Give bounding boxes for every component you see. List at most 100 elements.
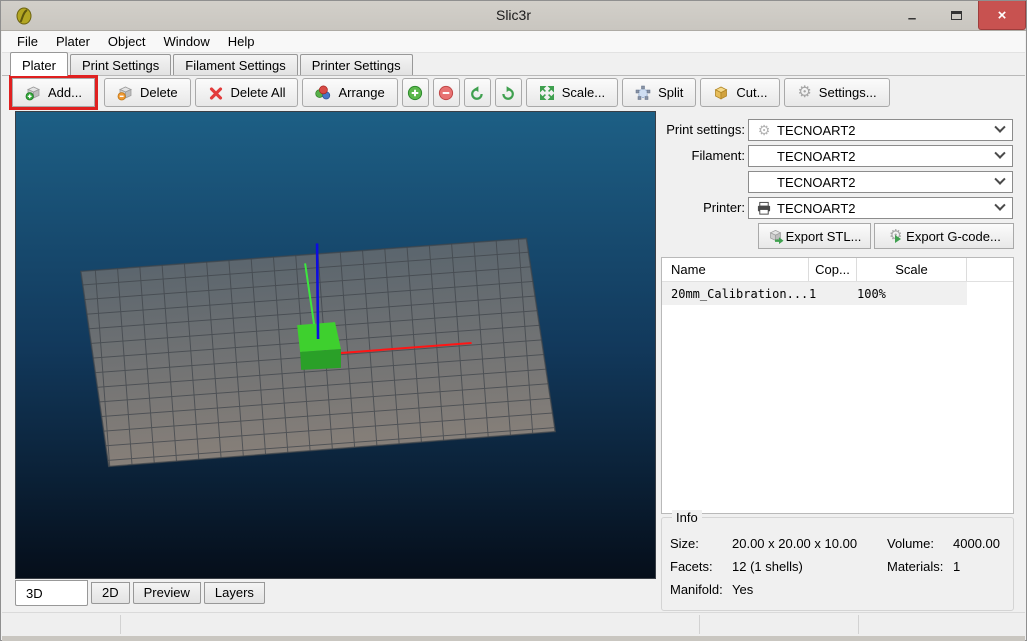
- maximize-button[interactable]: [934, 1, 978, 30]
- menu-bar: File Plater Object Window Help: [2, 31, 1025, 53]
- increase-copies-button[interactable]: [401, 78, 429, 107]
- window-title: Slic3r: [495, 7, 531, 23]
- view-tab-3d[interactable]: 3D: [15, 580, 88, 606]
- chevron-down-icon: [994, 199, 1006, 211]
- materials-value: 1: [953, 559, 961, 574]
- close-icon: ×: [997, 6, 1007, 24]
- column-header-scale[interactable]: Scale: [857, 258, 967, 281]
- filament-select-2[interactable]: TECNOART2: [748, 171, 1013, 193]
- add-object-icon: [25, 86, 40, 100]
- menu-window[interactable]: Window: [155, 32, 219, 51]
- gear-icon: ⚙: [797, 83, 812, 101]
- settings-panel: Print settings: ⚙ TECNOART2 Filament: TE…: [661, 111, 1014, 611]
- tab-print-settings[interactable]: Print Settings: [69, 54, 172, 75]
- menu-object[interactable]: Object: [99, 32, 155, 51]
- scale-arrows-icon: [539, 85, 554, 100]
- axis-z-line: [315, 243, 320, 340]
- size-value: 20.00 x 20.00 x 10.00: [732, 536, 858, 551]
- chevron-down-icon: [994, 173, 1006, 185]
- manifold-value: Yes: [732, 582, 754, 597]
- printer-select[interactable]: TECNOART2: [748, 197, 1013, 219]
- export-stl-icon: [769, 230, 784, 244]
- add-button[interactable]: Add...: [12, 78, 95, 107]
- export-gcode-button[interactable]: ⚙ Export G-code...: [874, 223, 1014, 249]
- window-bottom-frame: [2, 636, 1025, 641]
- object-list-table: Name Cop... Scale 20mm_Calibration... 1 …: [661, 257, 1014, 514]
- volume-label: Volume:: [887, 536, 934, 551]
- column-header-name[interactable]: Name: [662, 258, 809, 281]
- delete-button[interactable]: Delete: [103, 78, 191, 107]
- arrange-icon: [315, 85, 331, 99]
- plus-circle-icon: [408, 85, 423, 100]
- print-settings-label: Print settings:: [666, 122, 745, 137]
- cut-box-icon: [714, 86, 728, 99]
- printer-label: Printer:: [703, 200, 745, 215]
- printer-icon: [757, 201, 771, 215]
- statusbar-divider: [699, 615, 700, 634]
- statusbar-divider: [858, 615, 859, 634]
- minimize-icon: –: [907, 10, 917, 27]
- rotate-ccw-icon: [471, 85, 483, 100]
- chevron-down-icon: [994, 147, 1006, 159]
- minus-circle-icon: [439, 85, 454, 100]
- delete-all-x-icon: [209, 86, 222, 100]
- materials-label: Materials:: [887, 559, 944, 574]
- info-group: Info Size: 20.00 x 20.00 x 10.00 Volume:…: [661, 510, 1014, 611]
- tab-plater[interactable]: Plater: [10, 52, 68, 76]
- facets-label: Facets:: [670, 559, 713, 574]
- view-tab-layers[interactable]: Layers: [203, 582, 265, 604]
- export-stl-button[interactable]: Export STL...: [758, 223, 871, 249]
- maximize-icon: [950, 11, 962, 20]
- plater-toolbar: Add... Delete Delete All Arrange Scale..…: [2, 75, 1025, 110]
- object-name: 20mm_Calibration...: [671, 286, 809, 301]
- facets-value: 12 (1 shells): [732, 559, 803, 574]
- status-bar: [2, 612, 1025, 636]
- view-tab-2d[interactable]: 2D: [91, 582, 130, 604]
- add-button-highlight-box: Add...: [9, 75, 98, 110]
- info-legend: Info: [672, 510, 702, 525]
- tab-filament-settings[interactable]: Filament Settings: [173, 54, 298, 75]
- table-header: Name Cop... Scale: [662, 258, 1013, 282]
- rotate-ccw-button[interactable]: [463, 78, 491, 107]
- statusbar-divider: [120, 615, 121, 634]
- menu-help[interactable]: Help: [219, 32, 264, 51]
- print-settings-select[interactable]: ⚙ TECNOART2: [748, 119, 1013, 141]
- view-tab-strip: 3D 2D Preview Layers: [15, 580, 268, 607]
- settings-button[interactable]: ⚙ Settings...: [784, 78, 890, 107]
- scale-button[interactable]: Scale...: [525, 78, 619, 107]
- split-icon: [635, 85, 651, 100]
- title-bar: Slic3r – ×: [1, 1, 1026, 31]
- printer-value: TECNOART2: [777, 200, 856, 216]
- split-button[interactable]: Split: [622, 78, 697, 107]
- filament-label: Filament:: [691, 148, 745, 163]
- menu-file[interactable]: File: [8, 32, 47, 51]
- filament-1-value: TECNOART2: [777, 148, 856, 164]
- print-settings-value: TECNOART2: [777, 122, 856, 138]
- manifold-label: Manifold:: [670, 582, 723, 597]
- view-tab-preview[interactable]: Preview: [132, 582, 201, 604]
- delete-all-button[interactable]: Delete All: [194, 78, 299, 107]
- table-row[interactable]: 20mm_Calibration... 1 100%: [662, 282, 967, 305]
- rotate-cw-button[interactable]: [494, 78, 522, 107]
- arrange-button[interactable]: Arrange: [302, 78, 398, 107]
- tab-printer-settings[interactable]: Printer Settings: [299, 54, 413, 75]
- minimize-button[interactable]: –: [890, 1, 934, 30]
- decrease-copies-button[interactable]: [432, 78, 460, 107]
- volume-value: 4000.00: [953, 536, 1000, 551]
- close-button[interactable]: ×: [978, 1, 1026, 30]
- column-header-copies[interactable]: Cop...: [809, 258, 857, 281]
- menu-plater[interactable]: Plater: [47, 32, 99, 51]
- filament-2-value: TECNOART2: [777, 174, 856, 190]
- filament-select-1[interactable]: TECNOART2: [748, 145, 1013, 167]
- rotate-cw-icon: [502, 85, 515, 100]
- gear-icon: ⚙: [757, 122, 771, 138]
- cut-button[interactable]: Cut...: [700, 78, 781, 107]
- delete-object-icon: [117, 86, 132, 100]
- main-tab-strip: Plater Print Settings Filament Settings …: [2, 52, 1025, 76]
- slic3r-window: Slic3r – × File Plater Object Window Hel…: [0, 0, 1027, 641]
- viewport-3d[interactable]: [15, 111, 656, 579]
- size-label: Size:: [670, 536, 699, 551]
- export-gcode-icon: ⚙: [888, 227, 903, 244]
- chevron-down-icon: [994, 121, 1006, 133]
- object-copies: 1: [809, 286, 817, 301]
